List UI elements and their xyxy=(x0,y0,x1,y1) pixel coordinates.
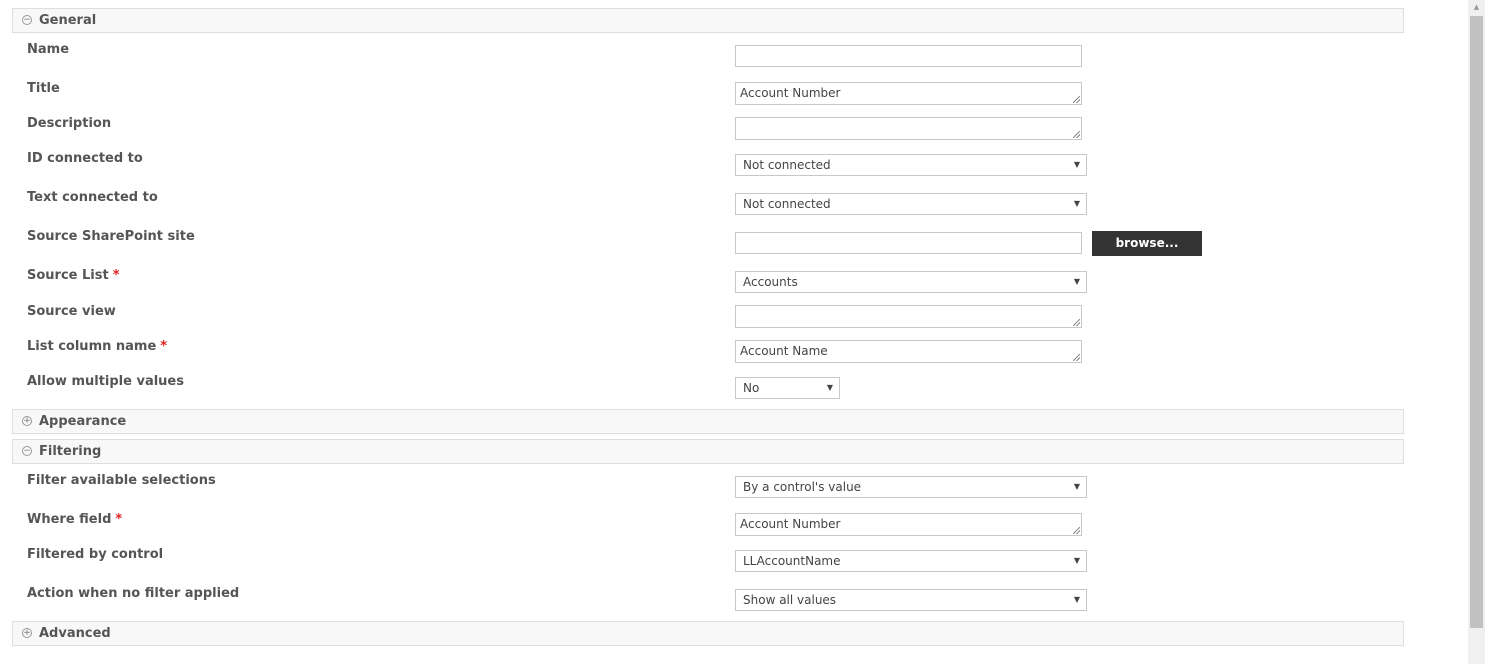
filtered-by-control-select[interactable]: LLAccountName ▼ xyxy=(735,550,1087,572)
source-list-label-text: Source List xyxy=(27,268,109,283)
resize-grip-icon[interactable] xyxy=(1073,319,1080,326)
form-page: − General Name Title Account Number Desc… xyxy=(0,0,1499,664)
filter-available-value: By a control's value xyxy=(743,480,862,494)
source-list-select[interactable]: Accounts ▼ xyxy=(735,271,1087,293)
source-view-label: Source view xyxy=(27,304,116,319)
title-textarea[interactable]: Account Number xyxy=(735,82,1082,105)
section-advanced-title: Advanced xyxy=(39,626,111,641)
chevron-down-icon: ▼ xyxy=(1073,556,1080,565)
browse-button[interactable]: browse... xyxy=(1092,231,1202,256)
expand-icon[interactable]: + xyxy=(22,416,32,426)
section-general-title: General xyxy=(39,13,97,28)
resize-grip-icon[interactable] xyxy=(1073,96,1080,103)
source-list-label: Source List * xyxy=(27,268,120,283)
id-connected-select[interactable]: Not connected ▼ xyxy=(735,154,1087,176)
action-no-filter-label: Action when no filter applied xyxy=(27,586,240,601)
section-appearance-header[interactable]: + Appearance xyxy=(12,409,1404,434)
collapse-icon[interactable]: − xyxy=(22,446,32,456)
required-marker: * xyxy=(160,339,168,354)
section-filtering-header[interactable]: − Filtering xyxy=(12,439,1404,464)
title-value: Account Number xyxy=(740,86,841,100)
chevron-down-icon: ▼ xyxy=(1073,160,1080,169)
text-connected-label: Text connected to xyxy=(27,190,158,205)
name-label: Name xyxy=(27,42,70,57)
description-label: Description xyxy=(27,116,112,131)
chevron-down-icon: ▼ xyxy=(1073,199,1080,208)
action-no-filter-select[interactable]: Show all values ▼ xyxy=(735,589,1087,611)
section-appearance-title: Appearance xyxy=(39,414,127,429)
where-field-label: Where field * xyxy=(27,512,122,527)
id-connected-value: Not connected xyxy=(743,158,831,172)
action-no-filter-value: Show all values xyxy=(743,593,837,607)
resize-grip-icon[interactable] xyxy=(1073,131,1080,138)
resize-grip-icon[interactable] xyxy=(1073,354,1080,361)
chevron-down-icon: ▼ xyxy=(1073,277,1080,286)
list-column-name-value: Account Name xyxy=(740,344,828,358)
text-connected-value: Not connected xyxy=(743,197,831,211)
section-filtering-title: Filtering xyxy=(39,444,102,459)
where-field-label-text: Where field xyxy=(27,512,112,527)
scrollbar-thumb[interactable] xyxy=(1470,16,1483,628)
scroll-up-icon[interactable]: ▲ xyxy=(1468,0,1485,14)
name-input[interactable] xyxy=(735,45,1082,67)
chevron-down-icon: ▼ xyxy=(1073,595,1080,604)
vertical-scrollbar[interactable]: ▲ xyxy=(1468,0,1485,664)
source-site-label: Source SharePoint site xyxy=(27,229,195,244)
filter-available-select[interactable]: By a control's value ▼ xyxy=(735,476,1087,498)
source-site-input[interactable] xyxy=(735,232,1082,254)
chevron-down-icon: ▼ xyxy=(1073,482,1080,491)
collapse-icon[interactable]: − xyxy=(22,15,32,25)
list-column-name-label-text: List column name xyxy=(27,339,157,354)
source-list-value: Accounts xyxy=(743,275,798,289)
filtered-by-control-value: LLAccountName xyxy=(743,554,841,568)
list-column-name-textarea[interactable]: Account Name xyxy=(735,340,1082,363)
required-marker: * xyxy=(112,268,120,283)
description-textarea[interactable] xyxy=(735,117,1082,140)
expand-icon[interactable]: + xyxy=(22,628,32,638)
allow-multiple-label: Allow multiple values xyxy=(27,374,184,389)
text-connected-select[interactable]: Not connected ▼ xyxy=(735,193,1087,215)
where-field-textarea[interactable]: Account Number xyxy=(735,513,1082,536)
title-label: Title xyxy=(27,81,60,96)
where-field-value: Account Number xyxy=(740,517,841,531)
source-view-textarea[interactable] xyxy=(735,305,1082,328)
chevron-down-icon: ▼ xyxy=(826,383,833,392)
resize-grip-icon[interactable] xyxy=(1073,527,1080,534)
allow-multiple-value: No xyxy=(743,381,760,395)
section-general-header[interactable]: − General xyxy=(12,8,1404,33)
id-connected-label: ID connected to xyxy=(27,151,143,166)
required-marker: * xyxy=(115,512,123,527)
allow-multiple-select[interactable]: No ▼ xyxy=(735,377,840,399)
list-column-name-label: List column name * xyxy=(27,339,167,354)
filter-available-label: Filter available selections xyxy=(27,473,216,488)
section-advanced-header[interactable]: + Advanced xyxy=(12,621,1404,646)
filtered-by-control-label: Filtered by control xyxy=(27,547,164,562)
